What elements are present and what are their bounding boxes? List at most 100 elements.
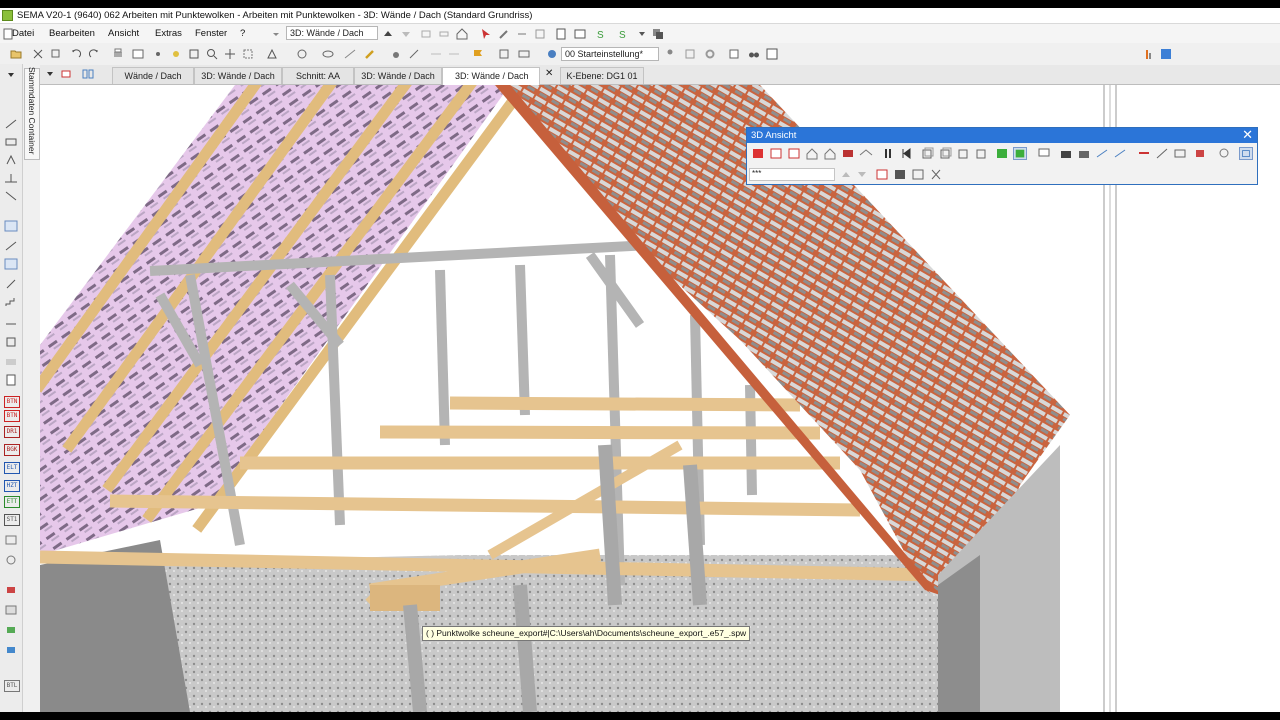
line-tool-icon[interactable] bbox=[4, 190, 18, 202]
wall-layer-icon[interactable] bbox=[4, 356, 18, 368]
sun-icon[interactable] bbox=[168, 46, 183, 61]
panel-down-icon[interactable] bbox=[855, 168, 869, 181]
tab-schnitt-aa[interactable]: Schnitt: AA bbox=[282, 67, 354, 84]
tab-dropdown-icon[interactable] bbox=[42, 66, 57, 81]
panel-figure-icon[interactable] bbox=[881, 147, 895, 160]
panel-icon[interactable] bbox=[1158, 46, 1173, 61]
stair-tool-icon[interactable] bbox=[4, 296, 18, 308]
fill-icon[interactable] bbox=[388, 46, 403, 61]
layer-code-5[interactable]: ELT bbox=[4, 462, 20, 474]
setting-select[interactable]: 00 Starteinstellung* bbox=[561, 47, 659, 61]
line-icon[interactable] bbox=[428, 46, 443, 61]
print-preview-icon[interactable] bbox=[572, 26, 587, 41]
opening-tool-icon[interactable] bbox=[4, 336, 18, 348]
tab-3d-waende-dach-1[interactable]: 3D: Wände / Dach bbox=[194, 67, 282, 84]
tab-waende-dach[interactable]: Wände / Dach bbox=[112, 67, 194, 84]
tab-k-ebene[interactable]: K-Ebene: DG1 01 bbox=[560, 67, 644, 84]
roof-tool-icon[interactable] bbox=[4, 220, 18, 232]
panel-cube-2-icon[interactable] bbox=[939, 147, 953, 160]
house-icon[interactable] bbox=[454, 26, 469, 41]
pencil-icon[interactable] bbox=[362, 46, 377, 61]
zoom-window-icon[interactable] bbox=[186, 46, 201, 61]
panel-red-cube-icon[interactable] bbox=[751, 147, 765, 160]
menu-ansicht[interactable]: Ansicht bbox=[108, 28, 139, 39]
hatch-tool-icon[interactable] bbox=[4, 534, 18, 546]
menu-fenster[interactable]: Fenster bbox=[195, 28, 227, 39]
flag-icon[interactable] bbox=[470, 46, 485, 61]
panel-cube-4-icon[interactable] bbox=[975, 147, 989, 160]
panel-export-icon[interactable] bbox=[911, 168, 925, 181]
menu-datei[interactable]: Datei bbox=[12, 28, 34, 39]
down-arrow-small-icon[interactable] bbox=[634, 26, 649, 41]
zoom-icon[interactable] bbox=[204, 46, 219, 61]
print-icon[interactable] bbox=[110, 46, 125, 61]
gear-icon[interactable] bbox=[702, 46, 717, 61]
panel-green-cube-active-icon[interactable] bbox=[1013, 147, 1027, 160]
brush-icon[interactable] bbox=[496, 26, 511, 41]
tab-split-icon[interactable] bbox=[80, 66, 95, 81]
view-cube-icon[interactable] bbox=[294, 46, 309, 61]
redo-icon[interactable] bbox=[86, 46, 101, 61]
eye-icon[interactable] bbox=[320, 46, 335, 61]
layer-icon[interactable] bbox=[436, 26, 451, 41]
view-dropdown-arrow-icon[interactable] bbox=[268, 26, 283, 41]
rafter-tool-icon[interactable] bbox=[4, 240, 18, 252]
beam-tool-icon[interactable] bbox=[4, 136, 18, 148]
panel-red-block-icon[interactable] bbox=[841, 147, 855, 160]
user-icon[interactable] bbox=[662, 46, 677, 61]
pen-icon[interactable] bbox=[406, 46, 421, 61]
open-folder-icon[interactable] bbox=[8, 46, 23, 61]
green-tool-left-icon[interactable] bbox=[4, 624, 18, 636]
panel-roof-icon[interactable] bbox=[859, 147, 873, 160]
view-select[interactable]: 3D: Wände / Dach bbox=[286, 26, 378, 40]
copy-tool-icon[interactable] bbox=[48, 46, 63, 61]
tab-close-icon[interactable]: ✕ bbox=[545, 68, 553, 79]
red-tool-icon[interactable] bbox=[4, 584, 18, 596]
bar-chart-icon[interactable] bbox=[1140, 46, 1155, 61]
panel-save-view-icon[interactable] bbox=[875, 168, 889, 181]
panel-view-list-icon[interactable] bbox=[893, 168, 907, 181]
tab-3d-waende-dach-active[interactable]: 3D: Wände / Dach bbox=[442, 67, 540, 85]
panel-input[interactable]: *** bbox=[749, 168, 835, 181]
redraw-icon[interactable] bbox=[418, 26, 433, 41]
layer-code-8[interactable]: ST1 bbox=[4, 514, 20, 526]
panel-cube-1-icon[interactable] bbox=[921, 147, 935, 160]
panel-globe-icon[interactable] bbox=[1217, 147, 1231, 160]
pan-icon[interactable] bbox=[222, 46, 237, 61]
panel-layers-icon[interactable] bbox=[1173, 147, 1187, 160]
table-icon[interactable] bbox=[130, 46, 145, 61]
point-cloud-tool-icon[interactable] bbox=[4, 258, 18, 270]
undo-icon[interactable] bbox=[68, 46, 83, 61]
panel-hml-icon[interactable] bbox=[1095, 147, 1109, 160]
measure-icon[interactable] bbox=[342, 46, 357, 61]
layer-code-6[interactable]: HZT bbox=[4, 480, 20, 492]
pin-icon[interactable] bbox=[3, 66, 18, 81]
panel-camera-2-icon[interactable] bbox=[1077, 147, 1091, 160]
panel-red-arrow-icon[interactable] bbox=[1137, 147, 1151, 160]
line-2-icon[interactable] bbox=[446, 46, 461, 61]
arrow-icon[interactable] bbox=[514, 26, 529, 41]
fit-icon[interactable] bbox=[240, 46, 255, 61]
panel-close-icon[interactable]: ✕ bbox=[1242, 128, 1253, 142]
window-icon[interactable] bbox=[764, 46, 779, 61]
panel-red-frame-icon[interactable] bbox=[769, 147, 783, 160]
up-arrow-icon[interactable] bbox=[380, 26, 395, 41]
layer-code-3[interactable]: DR1 bbox=[4, 426, 20, 438]
menu-bearbeiten[interactable]: Bearbeiten bbox=[49, 28, 95, 39]
panel-toggle-icon[interactable] bbox=[1239, 147, 1253, 160]
tool-a-icon[interactable] bbox=[682, 46, 697, 61]
layer-code-9[interactable]: BTL bbox=[4, 680, 20, 692]
blue-tool-icon[interactable] bbox=[4, 644, 18, 656]
layer-code-4[interactable]: BGK bbox=[4, 444, 20, 456]
page-icon[interactable] bbox=[553, 26, 568, 41]
truss-tool-icon[interactable] bbox=[4, 172, 18, 184]
attribute-tool-icon[interactable] bbox=[4, 604, 18, 616]
node-icon[interactable] bbox=[264, 46, 279, 61]
layer-code-2[interactable]: BTN bbox=[4, 410, 20, 422]
down-arrow-icon[interactable] bbox=[398, 26, 413, 41]
panel-first-icon[interactable] bbox=[899, 147, 913, 160]
dimension-tool-icon[interactable] bbox=[4, 318, 18, 330]
menu-extras[interactable]: Extras bbox=[155, 28, 182, 39]
layout-icon[interactable] bbox=[516, 46, 531, 61]
panel-house-icon[interactable] bbox=[805, 147, 819, 160]
